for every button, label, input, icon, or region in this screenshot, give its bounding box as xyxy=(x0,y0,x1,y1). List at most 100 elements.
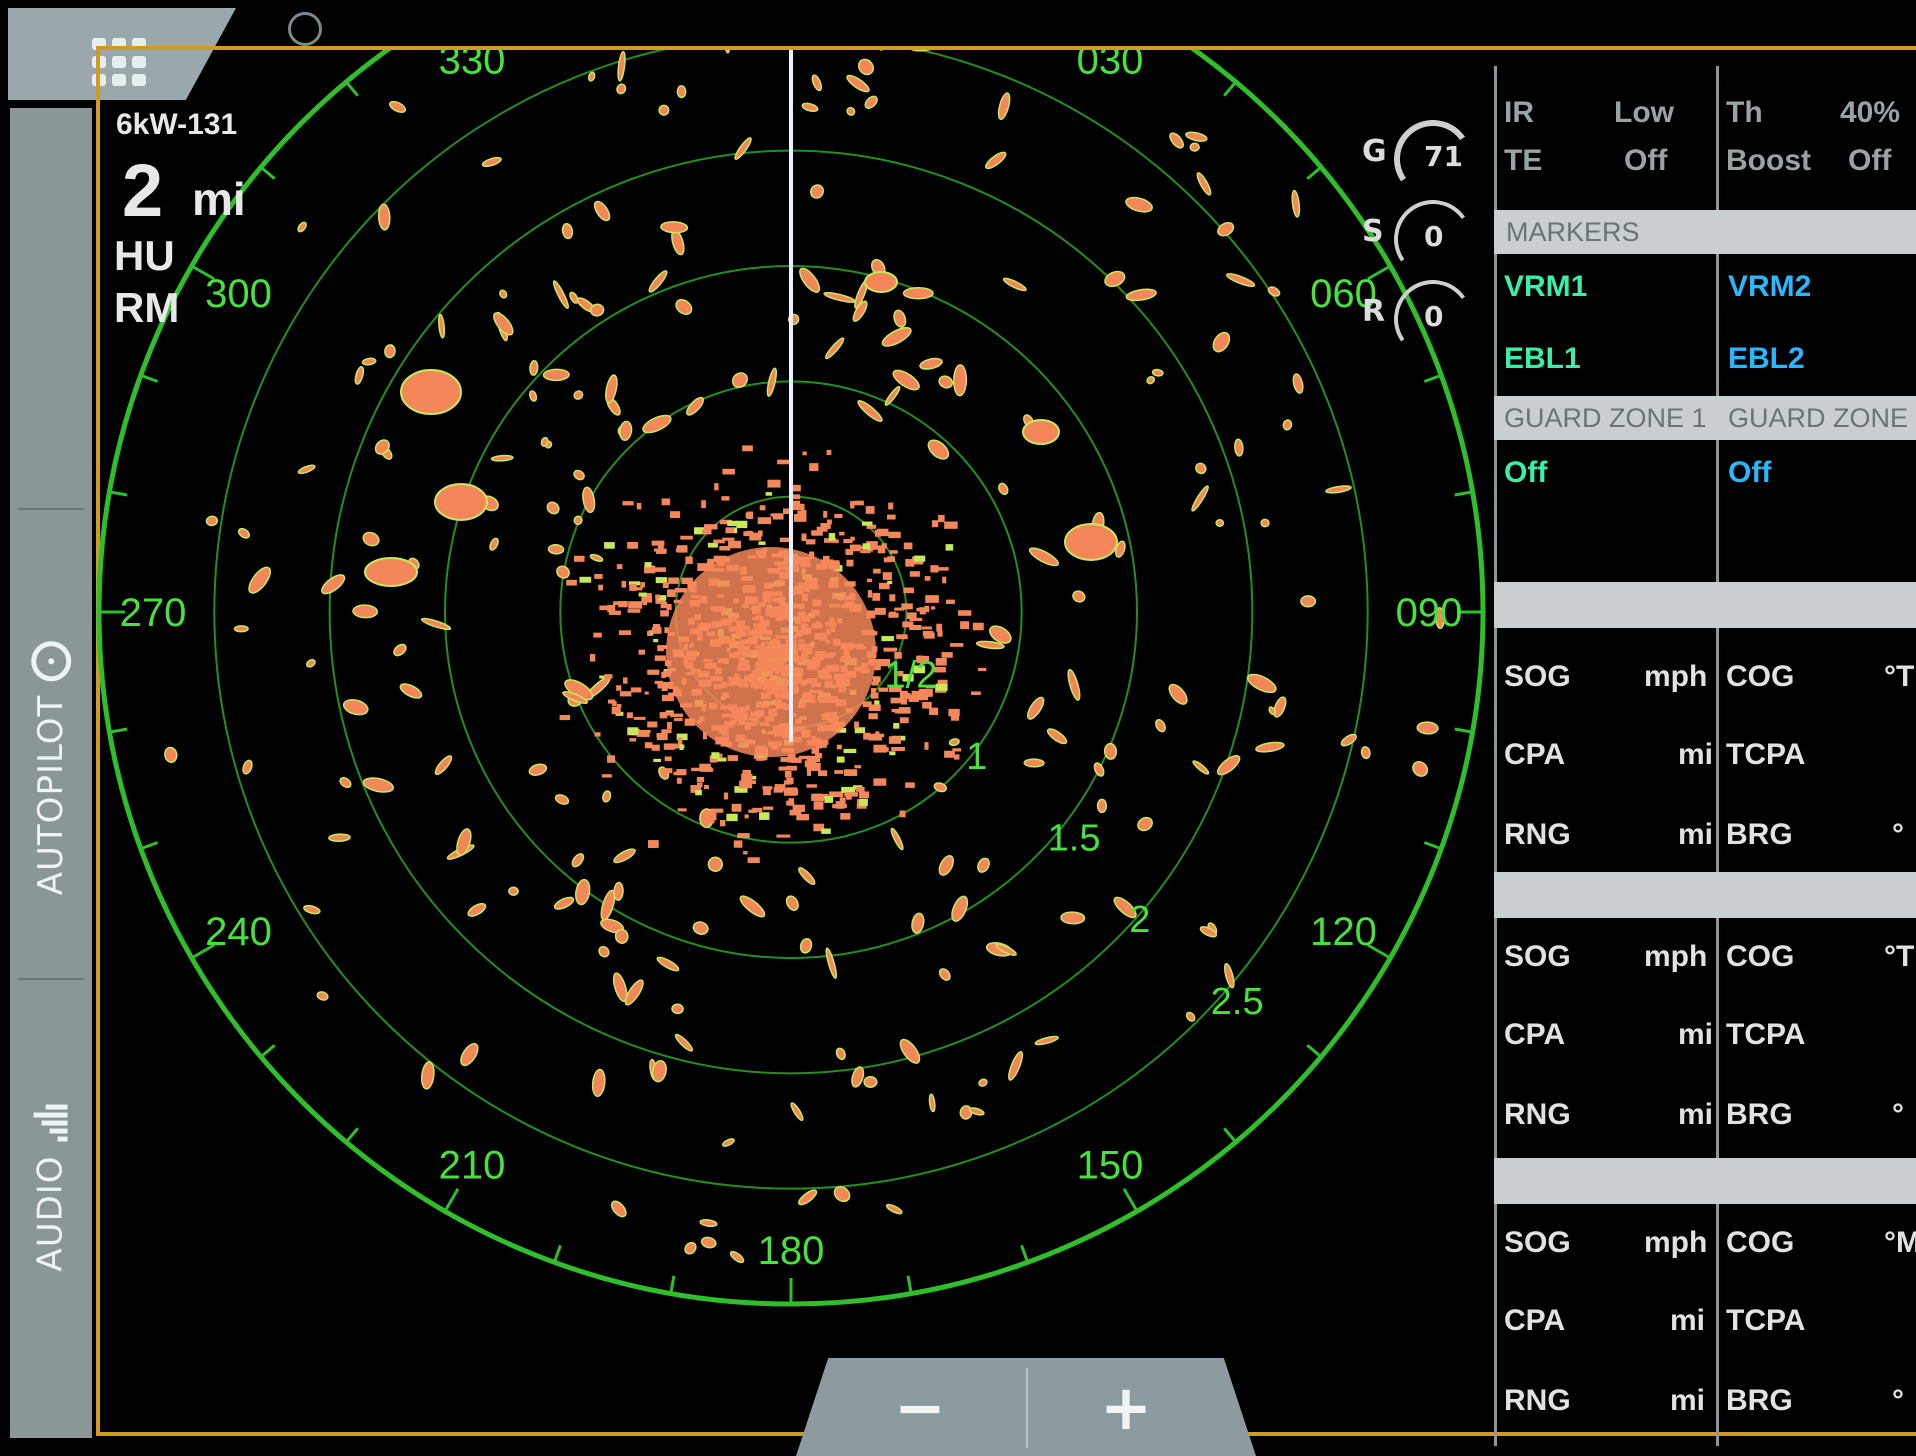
echo-blob xyxy=(919,357,943,370)
rng-unit: mi xyxy=(1670,1384,1706,1417)
boost-value[interactable]: Off xyxy=(1848,144,1891,178)
echo-cell xyxy=(903,542,913,550)
zoom-out-button[interactable]: − xyxy=(860,1371,980,1444)
echo-cell xyxy=(778,766,787,771)
echo-cell xyxy=(862,701,872,708)
echo-blob xyxy=(731,372,748,389)
brg-unit: ° xyxy=(1892,1098,1904,1131)
audio-button[interactable]: AUDIO xyxy=(10,1008,92,1368)
echo-blob xyxy=(1067,668,1081,701)
echo-blob xyxy=(700,1236,717,1249)
echo-cell xyxy=(744,814,749,819)
echo-blob xyxy=(674,1033,694,1052)
echo-blob xyxy=(1125,196,1153,213)
echo-blob xyxy=(467,902,487,917)
echo-cell xyxy=(862,543,871,550)
echo-cell xyxy=(892,647,898,651)
echo-blob xyxy=(1191,485,1209,512)
ebl2-marker[interactable]: EBL2 xyxy=(1728,342,1805,376)
echo-cell xyxy=(844,792,859,797)
echo-blob xyxy=(671,1003,684,1015)
echo-blob xyxy=(573,390,584,400)
guard-zone-1-value[interactable]: Off xyxy=(1504,456,1547,490)
echo-cell xyxy=(758,541,766,545)
orientation-mode[interactable]: HU xyxy=(114,232,175,280)
echo-cell xyxy=(647,721,658,728)
echo-blob xyxy=(692,921,709,935)
echo-blob xyxy=(656,956,680,972)
echo-blob xyxy=(361,357,377,366)
sog-unit: mph xyxy=(1644,1226,1708,1259)
th-value[interactable]: 40% xyxy=(1840,96,1900,130)
echo-cell xyxy=(644,562,652,568)
echo-blob xyxy=(721,50,731,54)
zoom-control: − + xyxy=(796,1358,1256,1456)
te-label: TE xyxy=(1504,144,1543,177)
rng-label: RNG xyxy=(1504,1098,1571,1131)
power-icon[interactable] xyxy=(288,12,322,46)
ebl1-marker[interactable]: EBL1 xyxy=(1504,342,1581,376)
bearing-tick xyxy=(345,80,359,97)
echo-cell xyxy=(670,713,684,718)
echo-blob xyxy=(1292,373,1304,394)
echo-cell xyxy=(784,788,797,796)
echo-blob xyxy=(857,400,883,423)
vrm1-marker[interactable]: VRM1 xyxy=(1504,270,1587,304)
echo-blob xyxy=(1093,762,1105,777)
bearing-tick xyxy=(1423,841,1442,851)
echo-cell xyxy=(666,603,672,611)
echo-cell xyxy=(623,677,628,684)
echo-cell xyxy=(887,580,893,585)
ir-value[interactable]: Low xyxy=(1614,96,1674,130)
echo-cell xyxy=(936,623,943,632)
echo-cell xyxy=(854,765,862,769)
echo-blob xyxy=(589,553,604,562)
echo-cell xyxy=(945,544,954,551)
echo-blob xyxy=(1168,683,1188,705)
echo-cell xyxy=(823,510,828,518)
guard-zone-2-value[interactable]: Off xyxy=(1728,456,1771,490)
echo-cell xyxy=(811,530,823,536)
radar-display[interactable]: 000030060090120150180210240270300330 1/2… xyxy=(96,50,1486,1440)
zoom-in-button[interactable]: + xyxy=(1066,1371,1186,1444)
echo-blob xyxy=(508,886,519,896)
echo-blob xyxy=(610,1200,627,1218)
echo-blob xyxy=(617,50,626,82)
range-value[interactable]: 2 xyxy=(122,148,163,233)
echo-blob xyxy=(1360,746,1371,760)
echo-cell xyxy=(922,630,934,636)
echo-blob xyxy=(602,790,612,803)
te-value[interactable]: Off xyxy=(1624,144,1667,178)
vrm2-marker[interactable]: VRM2 xyxy=(1728,270,1811,304)
motion-mode[interactable]: RM xyxy=(114,284,179,332)
sea-gauge[interactable]: S 0 xyxy=(1362,193,1482,285)
rain-gauge[interactable]: R 0 xyxy=(1362,273,1482,365)
echo-cell xyxy=(607,755,616,763)
echo-target xyxy=(364,557,418,587)
echo-cell xyxy=(801,533,807,542)
echo-blob xyxy=(605,374,618,404)
echo-core xyxy=(666,547,876,757)
echo-cell xyxy=(813,801,824,809)
echo-cell xyxy=(616,564,623,569)
echo-blob xyxy=(573,469,585,481)
echo-blob xyxy=(948,738,960,747)
autopilot-button[interactable]: AUTOPILOT xyxy=(10,548,92,988)
echo-blob xyxy=(613,881,624,901)
echo-blob xyxy=(377,203,391,231)
echo-blob xyxy=(809,184,825,199)
echo-blob xyxy=(1212,331,1231,353)
echo-blob xyxy=(1060,911,1086,925)
gain-gauge[interactable]: G 71 xyxy=(1362,113,1482,205)
echo-target xyxy=(400,369,462,415)
echo-cell xyxy=(938,514,945,523)
echo-cell xyxy=(950,643,964,647)
echo-cell xyxy=(901,603,913,610)
echo-cell xyxy=(661,498,671,506)
echo-cell xyxy=(655,549,667,554)
echo-cell xyxy=(659,712,668,719)
rng-label: RNG xyxy=(1504,1384,1571,1417)
echo-cell xyxy=(680,535,693,540)
echo-target xyxy=(864,271,898,293)
echo-cell xyxy=(903,587,914,594)
